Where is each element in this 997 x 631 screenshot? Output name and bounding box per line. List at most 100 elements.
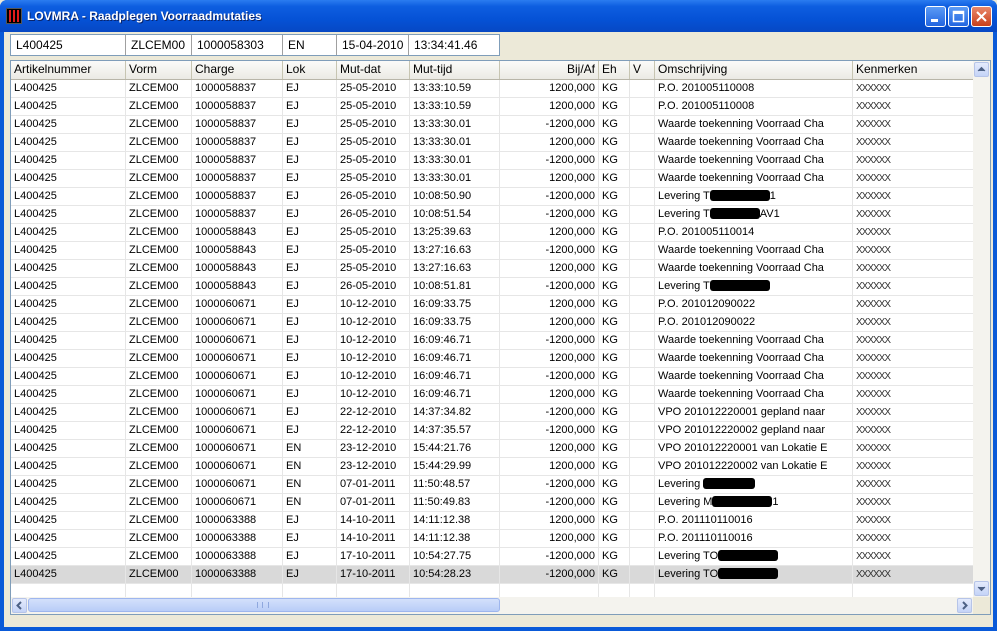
table-row[interactable]: L400425 ZLCEM00 1000058843 EJ 25-05-2010 13:2… [11,224,974,242]
table-row[interactable]: L400425 ZLCEM00 1000058837 EJ 25-05-2010 13:3… [11,116,974,134]
cell-mut-dat: 26-05-2010 [337,278,410,295]
cell-artikelnummer: L400425 [11,242,126,259]
cell-eh: KG [599,440,630,457]
arrow-up-icon [977,66,986,72]
cell-charge: 1000060671 [192,494,283,511]
cell-vorm: ZLCEM00 [126,476,192,493]
column-header-eh[interactable]: Eh [599,61,630,79]
table-row[interactable]: L400425 ZLCEM00 1000060671 EJ 10-12-2010 16:0… [11,386,974,404]
cell-charge: 1000058837 [192,188,283,205]
column-header-charge[interactable]: Charge [192,61,283,79]
cell-mut-dat: 25-05-2010 [337,134,410,151]
cell-bij-af: 1200,000 [500,134,599,151]
horizontal-scroll-thumb[interactable] [28,598,500,612]
table-row[interactable]: L400425 ZLCEM00 1000058843 EJ 26-05-2010 10:0… [11,278,974,296]
mutations-grid[interactable]: Artikelnummer Vorm Charge Lok Mut-dat Mu… [10,60,991,615]
cell-mut-tijd: 16:09:33.75 [410,314,500,331]
cell-mut-dat: 10-12-2010 [337,296,410,313]
maximize-button[interactable] [948,6,969,27]
cell-charge: 1000063388 [192,548,283,565]
table-row[interactable]: L400425 ZLCEM00 1000058837 EJ 26-05-2010 10:0… [11,188,974,206]
table-row[interactable]: L400425 ZLCEM00 1000058843 EJ 25-05-2010 13:2… [11,242,974,260]
cell-bij-af: 1200,000 [500,512,599,529]
table-row[interactable]: L400425 ZLCEM00 1000063388 EJ 17-10-2011 10:5… [11,548,974,566]
cell-v [630,278,655,295]
cell-omschrijving: P.O. 201012090022 [655,296,853,313]
table-row[interactable]: L400425 ZLCEM00 1000060671 EJ 10-12-2010 16:0… [11,368,974,386]
cell-kenmerken: XXXXXX [853,494,974,511]
header-info-bar: L400425 ZLCEM00 1000058303 EN 15-04-2010… [10,34,500,56]
close-button[interactable] [971,6,992,27]
cell-bij-af: 1200,000 [500,224,599,241]
scroll-up-button[interactable] [974,62,989,77]
cell-mut-tijd: 13:33:30.01 [410,170,500,187]
table-row[interactable]: L400425 ZLCEM00 1000060671 EJ 10-12-2010 16:0… [11,350,974,368]
cell-lok: EJ [283,350,337,367]
table-row[interactable]: L400425 ZLCEM00 1000058837 EJ 25-05-2010 13:3… [11,134,974,152]
table-row[interactable]: L400425 ZLCEM00 1000058837 EJ 26-05-2010 10:0… [11,206,974,224]
cell-vorm: ZLCEM00 [126,260,192,277]
cell-mut-tijd: 10:08:51.81 [410,278,500,295]
table-row[interactable]: L400425 ZLCEM00 1000063388 EJ 17-10-2011 10:5… [11,566,974,584]
cell-v [630,422,655,439]
column-header-mut-dat[interactable]: Mut-dat [337,61,410,79]
column-header-lok[interactable]: Lok [283,61,337,79]
table-row[interactable]: L400425 ZLCEM00 1000060671 EN 07-01-2011 11:5… [11,494,974,512]
table-row[interactable]: L400425 ZLCEM00 1000060671 EN 23-12-2010 15:4… [11,458,974,476]
table-row[interactable]: L400425 ZLCEM00 1000060671 EJ 10-12-2010 16:0… [11,314,974,332]
vertical-scrollbar[interactable] [973,61,990,597]
cell-mut-dat: 10-12-2010 [337,386,410,403]
close-icon [976,11,987,22]
column-header-artikelnummer[interactable]: Artikelnummer [11,61,126,79]
table-row[interactable]: L400425 ZLCEM00 1000058837 EJ 25-05-2010 13:3… [11,80,974,98]
table-row[interactable]: L400425 ZLCEM00 1000058843 EJ 25-05-2010 13:2… [11,260,974,278]
table-row[interactable]: L400425 ZLCEM00 1000063388 EJ 14-10-2011 14:1… [11,530,974,548]
column-header-omschrijving[interactable]: Omschrijving [655,61,853,79]
table-row[interactable]: L400425 ZLCEM00 1000060671 EJ 10-12-2010 16:0… [11,332,974,350]
scroll-down-button[interactable] [974,581,989,596]
cell-vorm: ZLCEM00 [126,422,192,439]
column-header-kenmerken[interactable]: Kenmerken [853,61,974,79]
column-header-vorm[interactable]: Vorm [126,61,192,79]
cell-bij-af: -1200,000 [500,404,599,421]
cell-mut-dat: 25-05-2010 [337,242,410,259]
cell-lok: EJ [283,368,337,385]
column-header-bij-af[interactable]: Bij/Af [500,61,599,79]
cell-mut-tijd: 13:33:10.59 [410,98,500,115]
app-icon[interactable] [6,8,22,24]
cell-artikelnummer: L400425 [11,440,126,457]
cell-artikelnummer: L400425 [11,170,126,187]
table-row[interactable]: L400425 ZLCEM00 1000060671 EJ 22-12-2010 14:3… [11,422,974,440]
table-row[interactable]: L400425 ZLCEM00 1000060671 EN 07-01-2011 11:5… [11,476,974,494]
scroll-right-button[interactable] [957,598,972,613]
cell-charge: 1000060671 [192,476,283,493]
cell-omschrijving: Levering T1 [655,188,853,205]
cell-lok: EJ [283,332,337,349]
table-row[interactable]: L400425 ZLCEM00 1000063388 EJ 14-10-2011 14:1… [11,512,974,530]
cell-mut-tijd: 13:25:39.63 [410,224,500,241]
cell-bij-af: -1200,000 [500,566,599,583]
column-header-v[interactable]: V [630,61,655,79]
horizontal-scrollbar[interactable] [11,597,990,614]
info-charge: 1000058303 [192,35,283,55]
cell-charge: 1000058837 [192,80,283,97]
table-row[interactable]: L400425 ZLCEM00 1000058837 EJ 25-05-2010 13:3… [11,98,974,116]
cell-vorm: ZLCEM00 [126,80,192,97]
table-row[interactable]: L400425 ZLCEM00 1000060671 EJ 22-12-2010 14:3… [11,404,974,422]
table-row[interactable]: L400425 ZLCEM00 1000060671 EJ 10-12-2010 16:0… [11,296,974,314]
cell-kenmerken: XXXXXX [853,170,974,187]
title-bar[interactable]: LOVMRA - Raadplegen Voorraadmutaties [0,0,997,32]
cell-v [630,314,655,331]
cell-eh: KG [599,404,630,421]
table-row[interactable]: L400425 ZLCEM00 1000060671 EN 23-12-2010 15:4… [11,440,974,458]
minimize-button[interactable] [925,6,946,27]
table-row[interactable]: L400425 ZLCEM00 1000058837 EJ 25-05-2010 13:3… [11,170,974,188]
scroll-left-button[interactable] [12,598,27,613]
cell-bij-af: -1200,000 [500,494,599,511]
cell-kenmerken: XXXXXX [853,188,974,205]
column-header-mut-tijd[interactable]: Mut-tijd [410,61,500,79]
cell-charge: 1000063388 [192,530,283,547]
cell-charge: 1000060671 [192,422,283,439]
table-row[interactable]: L400425 ZLCEM00 1000058837 EJ 25-05-2010 13:3… [11,152,974,170]
cell-v [630,188,655,205]
